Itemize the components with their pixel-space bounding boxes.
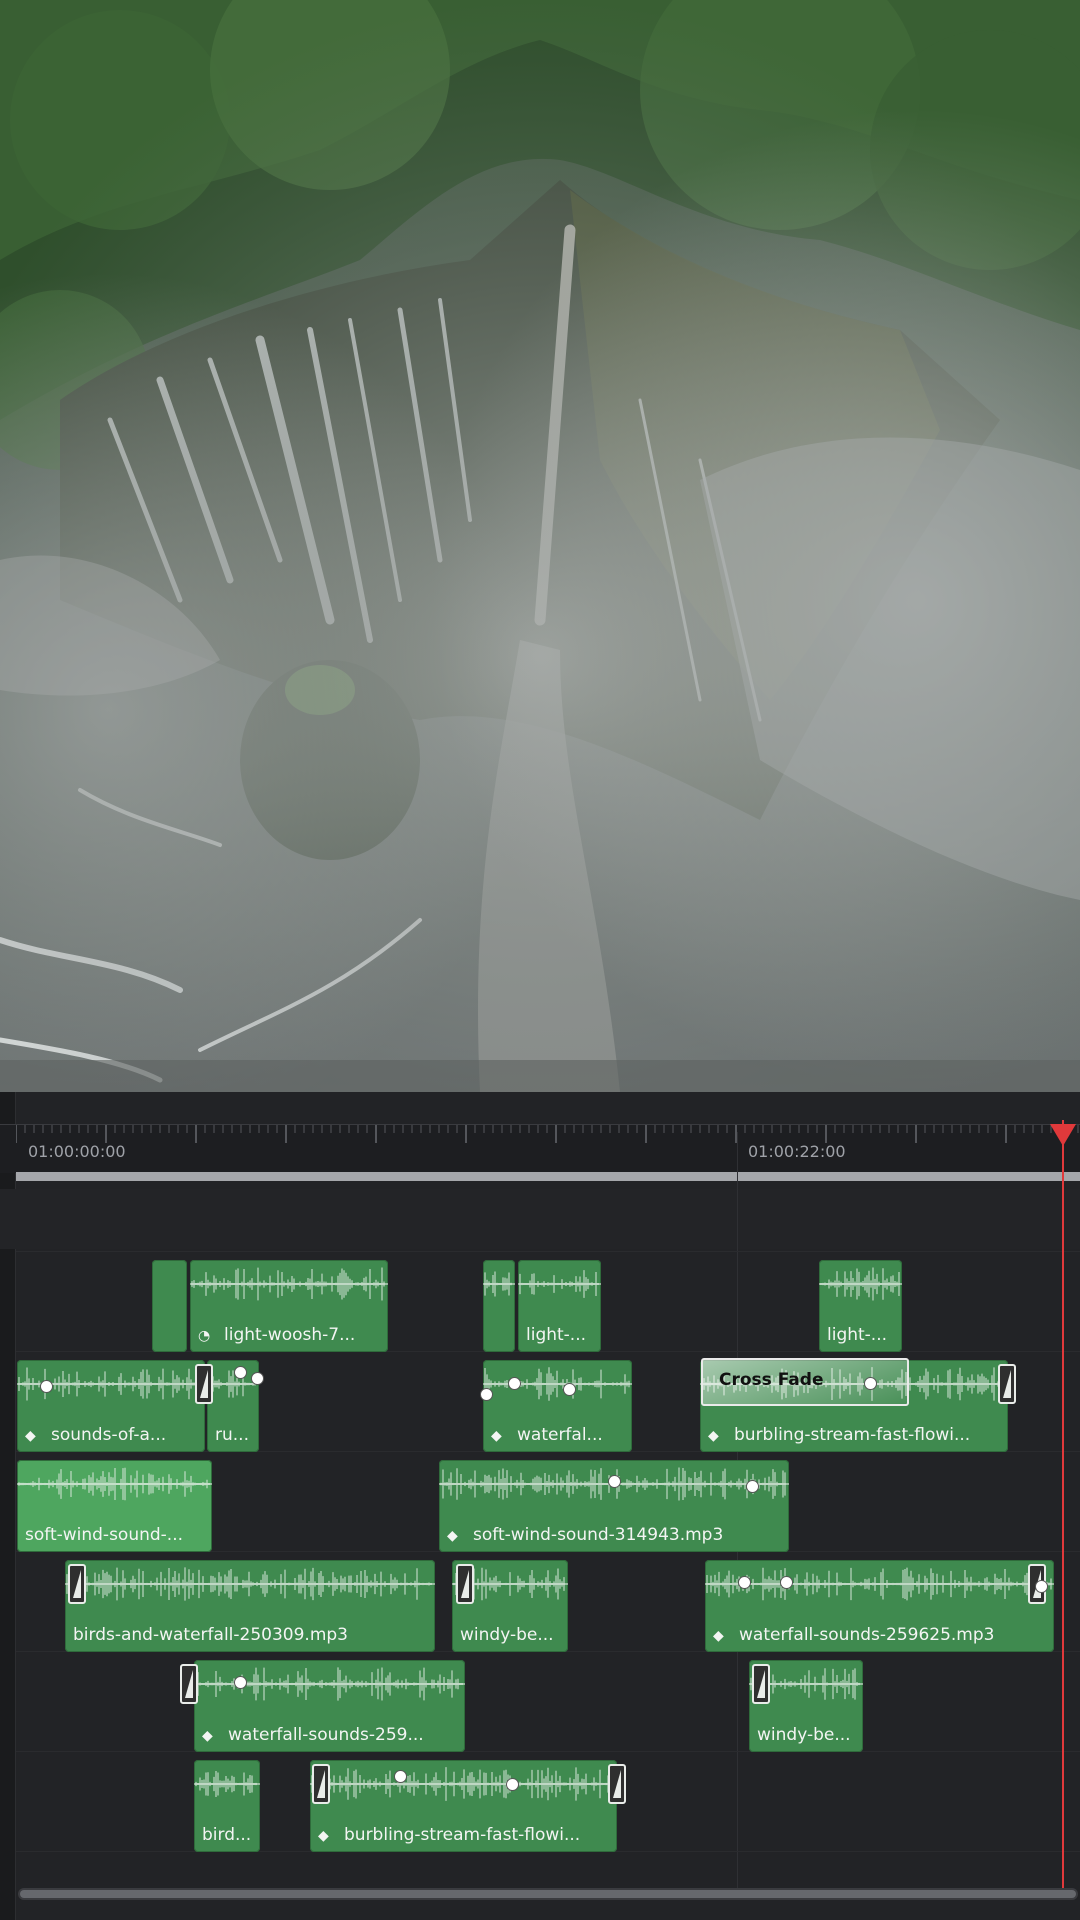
clip-label: windy-be...	[460, 1625, 554, 1645]
volume-keyframe[interactable]	[738, 1576, 751, 1589]
keyframe-diamond-icon: ◆	[708, 1428, 719, 1444]
track-separator	[16, 1751, 1080, 1752]
volume-keyframe[interactable]	[394, 1770, 407, 1783]
playhead-handle[interactable]	[1050, 1124, 1076, 1146]
track-separator	[16, 1251, 1080, 1252]
video-preview[interactable]	[0, 0, 1080, 1092]
fade-handle[interactable]	[998, 1364, 1016, 1404]
cross-fade-label: Cross Fade	[719, 1370, 824, 1390]
audio-clip-waterfall-sounds-b[interactable]: ◆ waterfall-sounds-259...	[194, 1660, 465, 1752]
keyframe-diamond-icon: ◆	[318, 1828, 329, 1844]
fade-handle[interactable]	[312, 1764, 330, 1804]
clip-label: waterfall-sounds-259625.mp3	[739, 1625, 995, 1645]
timeline-horizontal-scrollbar[interactable]	[18, 1888, 1078, 1900]
clip-label: waterfal...	[517, 1425, 603, 1445]
waveform	[819, 1267, 902, 1301]
playhead-line[interactable]	[1062, 1120, 1064, 1890]
audio-clip-light-b[interactable]: light-...	[819, 1260, 902, 1352]
clip-label: waterfall-sounds-259...	[228, 1725, 424, 1745]
clip-label: sounds-of-a...	[51, 1425, 167, 1445]
timecode-start: 01:00:00:00	[28, 1142, 126, 1161]
clip-label: soft-wind-sound-314943.mp3	[473, 1525, 724, 1545]
keyframe-diamond-icon: ◆	[491, 1428, 502, 1444]
audio-clip-birds-and-waterfall[interactable]: birds-and-waterfall-250309.mp3	[65, 1560, 435, 1652]
clip-label: burbling-stream-fast-flowi...	[734, 1425, 971, 1445]
timecode-ruler[interactable]: 01:00:00:00 01:00:22:00	[0, 1124, 1080, 1173]
waveform	[65, 1567, 435, 1601]
audio-clip-soft-wind-sound-a[interactable]: soft-wind-sound-...	[17, 1460, 212, 1552]
waterfall-frame-image	[0, 0, 1080, 1092]
clip-label: soft-wind-sound-...	[25, 1525, 184, 1545]
fade-handle[interactable]	[195, 1364, 213, 1404]
waveform	[483, 1367, 632, 1401]
audio-clip-light-a-left[interactable]	[483, 1260, 515, 1352]
audio-clip-sounds-of-a[interactable]: ◆ sounds-of-a...	[17, 1360, 205, 1452]
timeline-scrub-bar[interactable]	[16, 1172, 1080, 1181]
volume-keyframe[interactable]	[506, 1778, 519, 1791]
audio-clip-light-woosh-left[interactable]	[152, 1260, 187, 1352]
volume-keyframe[interactable]	[508, 1377, 521, 1390]
waveform	[483, 1271, 515, 1297]
audio-clip-light-woosh[interactable]: ◔ light-woosh-7...	[190, 1260, 388, 1352]
scrollbar-thumb[interactable]	[20, 1890, 1076, 1898]
volume-keyframe[interactable]	[864, 1377, 877, 1390]
audio-clip-burbling-stream-b[interactable]: ◆ burbling-stream-fast-flowi...	[310, 1760, 617, 1852]
fade-handle[interactable]	[608, 1764, 626, 1804]
clip-label: light-woosh-7...	[224, 1325, 356, 1345]
clip-label: light-...	[827, 1325, 888, 1345]
volume-keyframe[interactable]	[608, 1475, 621, 1488]
timecode-mid: 01:00:22:00	[748, 1142, 846, 1161]
fade-handle[interactable]	[456, 1564, 474, 1604]
clip-label: burbling-stream-fast-flowi...	[344, 1825, 581, 1845]
keyframe-diamond-icon: ◆	[25, 1428, 36, 1444]
video-track-empty[interactable]	[0, 1189, 1080, 1249]
volume-keyframe[interactable]	[1035, 1580, 1048, 1593]
waveform	[17, 1467, 212, 1501]
volume-keyframe[interactable]	[780, 1576, 793, 1589]
waveform	[207, 1370, 259, 1398]
audio-clip-bird[interactable]: bird...	[194, 1760, 260, 1852]
waveform	[310, 1767, 617, 1801]
audio-clip-soft-wind-sound-b[interactable]: ◆ soft-wind-sound-314943.mp3	[439, 1460, 789, 1552]
clip-label: bird...	[202, 1825, 252, 1845]
clip-label: windy-be...	[757, 1725, 851, 1745]
volume-keyframe[interactable]	[746, 1480, 759, 1493]
audio-clip-waterfal[interactable]: ◆ waterfal...	[483, 1360, 632, 1452]
volume-keyframe[interactable]	[480, 1388, 493, 1401]
clip-label: light-...	[526, 1325, 587, 1345]
audio-clip-waterfall-sounds-a[interactable]: ◆ waterfall-sounds-259625.mp3	[705, 1560, 1054, 1652]
volume-keyframe[interactable]	[563, 1383, 576, 1396]
waveform	[705, 1567, 1054, 1601]
waveform	[518, 1270, 601, 1298]
keyframe-diamond-icon: ◆	[447, 1528, 458, 1544]
fade-handle[interactable]	[68, 1564, 86, 1604]
volume-keyframe[interactable]	[234, 1676, 247, 1689]
volume-keyframe[interactable]	[251, 1372, 264, 1385]
fade-handle[interactable]	[752, 1664, 770, 1704]
volume-keyframe[interactable]	[234, 1366, 247, 1379]
clip-label: ru...	[215, 1425, 249, 1445]
cross-fade-transition[interactable]: Cross Fade	[701, 1358, 909, 1406]
volume-keyframe[interactable]	[40, 1380, 53, 1393]
fade-handle[interactable]	[180, 1664, 198, 1704]
waveform	[190, 1267, 388, 1301]
speedometer-icon: ◔	[198, 1328, 211, 1344]
waveform	[194, 1770, 260, 1798]
ruler-ticks	[16, 1125, 1079, 1143]
keyframe-diamond-icon: ◆	[713, 1628, 724, 1644]
keyframe-diamond-icon: ◆	[202, 1728, 213, 1744]
audio-clip-light-a[interactable]: light-...	[518, 1260, 601, 1352]
clip-label: birds-and-waterfall-250309.mp3	[73, 1625, 348, 1645]
